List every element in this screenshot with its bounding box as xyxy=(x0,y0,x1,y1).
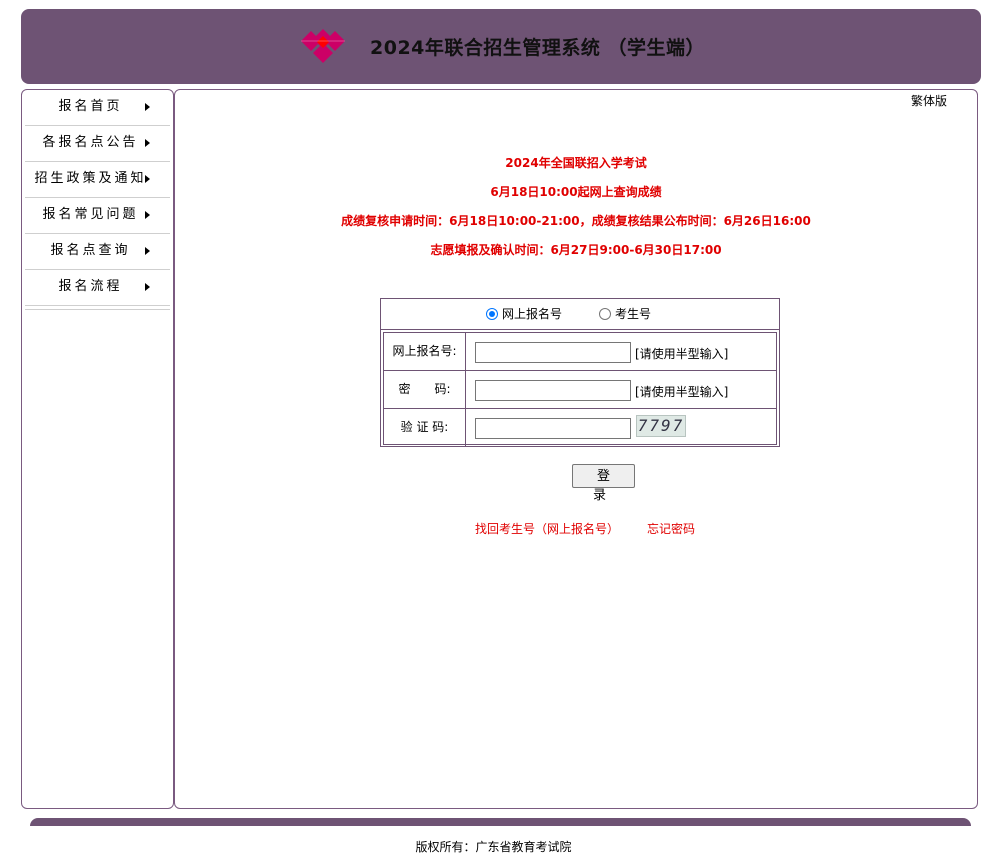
main-panel: 繁体版 2024年全国联招入学考试 6月18日10:00起网上查询成绩 成绩复核… xyxy=(174,89,978,809)
sidebar-item-label: 招生政策及通知 xyxy=(34,171,147,186)
row-password: 密 码: [请使用半型输入] xyxy=(384,371,776,409)
forgot-password-link[interactable]: 忘记密码 xyxy=(647,520,695,537)
password-label: 密 码: xyxy=(384,371,466,408)
caret-right-icon xyxy=(145,283,150,291)
radio-online-regno[interactable]: 网上报名号 xyxy=(486,305,562,322)
page-title: 2024年联合招生管理系统 （学生端） xyxy=(370,37,705,59)
row-captcha: 验 证 码: 7797 xyxy=(384,409,776,447)
radio-online-label: 网上报名号 xyxy=(502,307,563,321)
sidebar-item-label: 报名点查询 xyxy=(50,243,131,258)
logo-icon xyxy=(301,29,345,63)
regno-input[interactable] xyxy=(475,342,631,363)
radio-unchecked-icon[interactable] xyxy=(599,307,611,320)
id-type-selector: 网上报名号 考生号 xyxy=(381,299,779,330)
notice-review-time: 成绩复核申请时间：6月18日10:00-21:00，成绩复核结果公布时间：6月2… xyxy=(341,214,811,228)
sidebar-item-site-lookup[interactable]: 报名点查询 xyxy=(25,234,170,270)
caret-right-icon xyxy=(145,211,150,219)
sidebar-item-label: 报名首页 xyxy=(58,99,123,114)
sidebar-item-announcements[interactable]: 各报名点公告 xyxy=(25,126,170,162)
sidebar-item-policies[interactable]: 招生政策及通知 xyxy=(25,162,170,198)
captcha-image[interactable]: 7797 xyxy=(636,415,686,437)
footer-divider xyxy=(30,818,971,826)
sidebar-item-label: 各报名点公告 xyxy=(42,135,139,150)
traditional-chinese-link[interactable]: 繁体版 xyxy=(911,92,947,109)
captcha-input[interactable] xyxy=(475,418,631,439)
password-input[interactable] xyxy=(475,380,631,401)
login-button[interactable]: 登 录 xyxy=(572,464,635,503)
login-form: 网上报名号 考生号 网上报名号: [请使用半型输入] 密 码: [请使用半型输入… xyxy=(380,298,780,447)
recover-regno-link[interactable]: 找回考生号（网上报名号） xyxy=(475,520,619,537)
login-fields-table: 网上报名号: [请使用半型输入] 密 码: [请使用半型输入] 验 证 码: 7… xyxy=(383,332,777,447)
notice-choice-time: 志愿填报及确认时间：6月27日9:00-6月30日17:00 xyxy=(430,243,722,257)
sidebar-item-faq[interactable]: 报名常见问题 xyxy=(25,198,170,234)
sidebar-divider xyxy=(25,307,170,310)
caret-right-icon xyxy=(145,247,150,255)
footer-copyright: 版权所有：广东省教育考试院 xyxy=(415,840,572,854)
sidebar-item-process[interactable]: 报名流程 xyxy=(25,270,170,306)
sidebar-item-label: 报名常见问题 xyxy=(42,207,139,222)
radio-exam-label: 考生号 xyxy=(615,307,652,321)
regno-hint: [请使用半型输入] xyxy=(635,347,729,361)
password-hint: [请使用半型输入] xyxy=(635,385,729,399)
captcha-label: 验 证 码: xyxy=(384,409,466,447)
sidebar-item-home[interactable]: 报名首页 xyxy=(25,90,170,126)
caret-right-icon xyxy=(145,139,150,147)
row-regno: 网上报名号: [请使用半型输入] xyxy=(384,333,776,371)
caret-right-icon xyxy=(145,103,150,111)
radio-exam-no[interactable]: 考生号 xyxy=(599,305,651,322)
notice-score-query: 6月18日10:00起网上查询成绩 xyxy=(490,185,662,199)
notice-exam-title: 2024年全国联招入学考试 xyxy=(505,156,647,170)
radio-checked-icon[interactable] xyxy=(486,307,498,320)
sidebar-nav: 报名首页 各报名点公告 招生政策及通知 报名常见问题 报名点查询 报名流程 xyxy=(21,89,174,809)
page-header: 2024年联合招生管理系统 （学生端） xyxy=(21,9,981,84)
regno-label: 网上报名号: xyxy=(384,333,466,370)
sidebar-item-label: 报名流程 xyxy=(58,279,123,294)
caret-right-icon xyxy=(145,175,150,183)
